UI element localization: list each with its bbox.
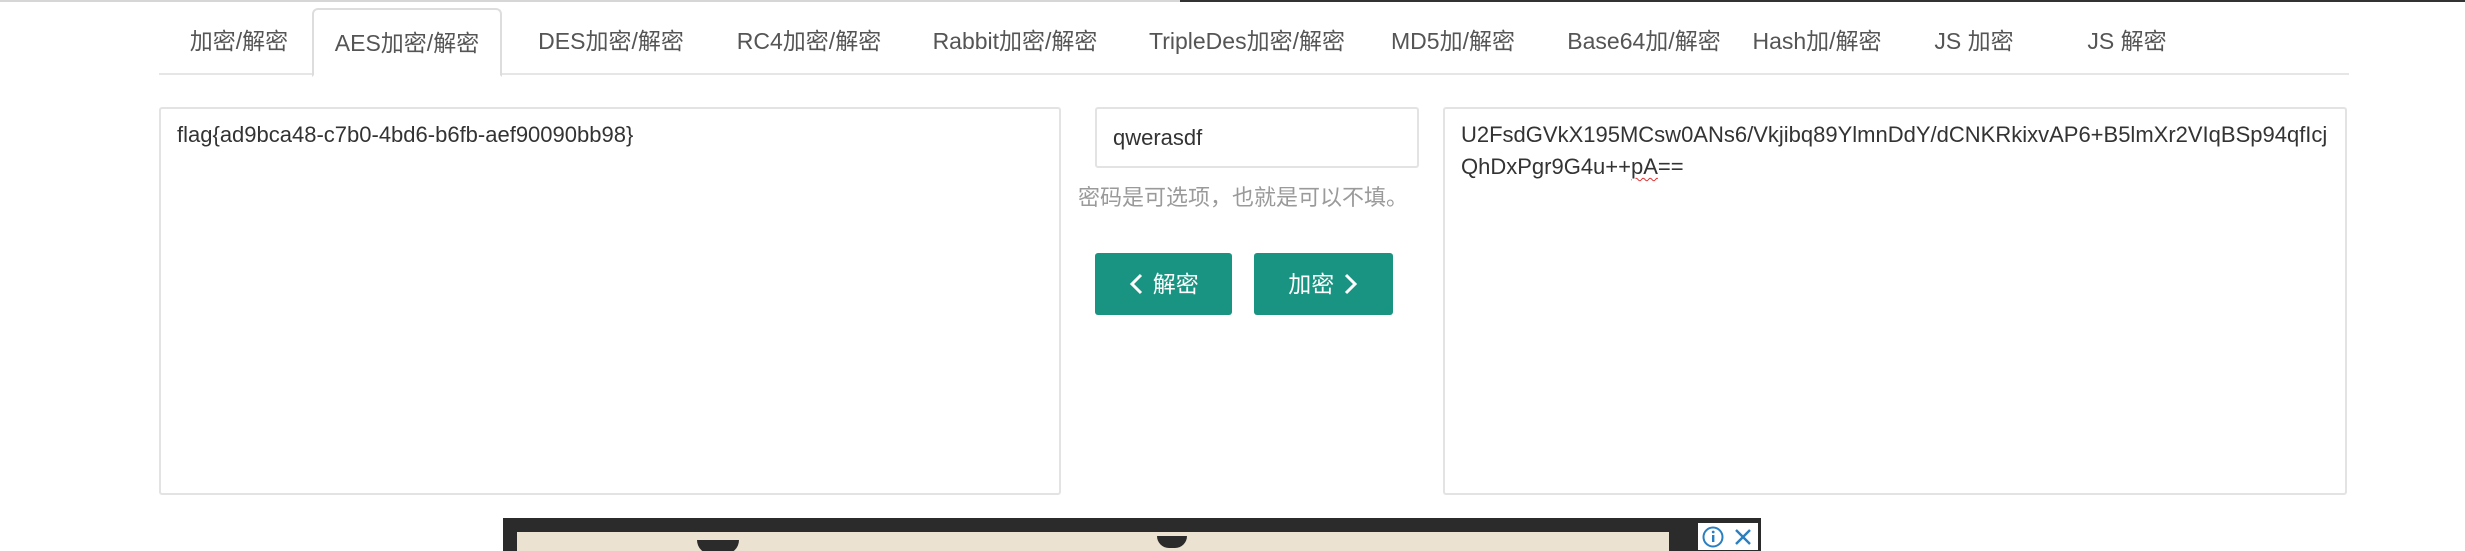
ad-banner[interactable] — [503, 518, 1761, 551]
decrypt-button-label: 解密 — [1152, 271, 1199, 297]
chevron-right-icon — [1344, 273, 1357, 294]
tab-base64[interactable]: Base64加/解密 — [1532, 8, 1756, 75]
decrypt-button[interactable]: 解密 — [1095, 253, 1232, 315]
ciphertext-tail: == — [1657, 154, 1684, 179]
tab-hash[interactable]: Hash加/解密 — [1727, 8, 1907, 75]
tab-encrypt-decrypt[interactable]: 加密/解密 — [159, 8, 319, 75]
ciphertext-spellcheck-word: pA — [1630, 154, 1658, 179]
tab-aes[interactable]: AES加密/解密 — [312, 8, 502, 77]
password-input[interactable]: qwerasdf — [1095, 107, 1419, 168]
plaintext-value: flag{ad9bca48-c7b0-4bd6-b6fb-aef90090bb9… — [177, 122, 634, 147]
plaintext-textarea[interactable]: flag{ad9bca48-c7b0-4bd6-b6fb-aef90090bb9… — [159, 107, 1061, 495]
chevron-left-icon — [1130, 273, 1143, 294]
ad-image — [517, 532, 1669, 551]
ad-decoration — [1157, 536, 1187, 548]
password-value: qwerasdf — [1113, 125, 1203, 150]
ad-decoration — [697, 540, 739, 551]
top-border-dark — [1180, 0, 2465, 2]
ad-controls — [1698, 523, 1758, 550]
encrypt-button-label: 加密 — [1288, 271, 1335, 297]
tab-rabbit[interactable]: Rabbit加密/解密 — [903, 8, 1127, 75]
info-icon[interactable] — [1701, 525, 1725, 549]
ciphertext-value: U2FsdGVkX195MCsw0ANs6/Vkjibq89YlmnDdY/dC… — [1461, 122, 2328, 179]
ciphertext-textarea[interactable]: U2FsdGVkX195MCsw0ANs6/Vkjibq89YlmnDdY/dC… — [1443, 107, 2347, 495]
tab-js-encrypt[interactable]: JS 加密 — [1899, 8, 2049, 75]
close-icon[interactable] — [1731, 525, 1755, 549]
password-hint: 密码是可选项，也就是可以不填。 — [1078, 185, 1409, 210]
encrypt-button[interactable]: 加密 — [1254, 253, 1393, 315]
page: 加密/解密 AES加密/解密 DES加密/解密 RC4加密/解密 Rabbit加… — [0, 0, 2465, 551]
tab-js-decrypt[interactable]: JS 解密 — [2052, 8, 2202, 75]
tab-des[interactable]: DES加密/解密 — [511, 8, 711, 75]
tab-tripledes[interactable]: TripleDes加密/解密 — [1117, 8, 1377, 75]
tab-bar: 加密/解密 AES加密/解密 DES加密/解密 RC4加密/解密 Rabbit加… — [159, 8, 2349, 77]
tab-rc4[interactable]: RC4加密/解密 — [709, 8, 909, 75]
tab-md5[interactable]: MD5加/解密 — [1363, 8, 1543, 75]
